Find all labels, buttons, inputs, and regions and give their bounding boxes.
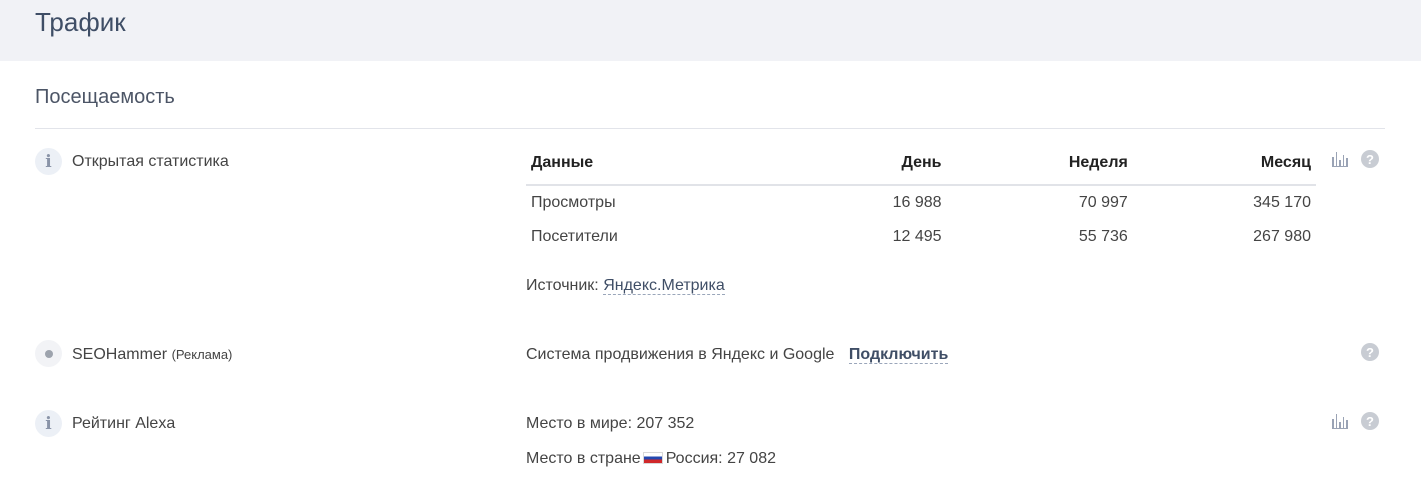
question-mark-icon[interactable]: ?	[1361, 412, 1379, 430]
column-header-month: Месяц	[1132, 141, 1316, 186]
seohammer-promo: Система продвижения в Яндекс и Google По…	[526, 346, 949, 364]
cell-month: 267 980	[1253, 228, 1311, 245]
alexa-country-rank: Место в стране Россия: 27 082	[526, 450, 776, 468]
alexa-label: Рейтинг Alexa	[72, 415, 176, 432]
table-row: Просмотры 16 988 70 997 345 170	[526, 185, 1316, 220]
source-label: Источник:	[526, 277, 599, 294]
info-icon[interactable]: i	[35, 148, 62, 175]
cell-week: 70 997	[1078, 194, 1128, 211]
question-mark-icon[interactable]: ?	[1361, 343, 1379, 361]
row-label: Просмотры	[531, 194, 616, 211]
row-label: Посетители	[531, 228, 618, 245]
table-header-row: Данные День Неделя Месяц	[526, 141, 1316, 186]
column-header-day: День	[787, 141, 947, 186]
country-rank-prefix: Место в стране	[526, 450, 641, 467]
country-rank-value: Россия: 27 082	[665, 450, 776, 467]
dot-icon	[35, 340, 62, 367]
seohammer-description: Система продвижения в Яндекс и Google	[526, 346, 835, 363]
stats-source: Источник: Яндекс.Метрика	[526, 277, 725, 295]
table-row: Посетители 12 495 55 736 267 980	[526, 220, 1316, 254]
info-icon[interactable]: i	[35, 410, 62, 437]
question-mark-icon[interactable]: ?	[1361, 150, 1379, 168]
russia-flag-icon	[642, 452, 663, 464]
cell-day: 12 495	[892, 228, 942, 245]
bar-chart-icon[interactable]	[1332, 151, 1348, 167]
yandex-metrika-link[interactable]: Яндекс.Метрика	[603, 277, 725, 295]
page-title: Трафик	[35, 7, 126, 37]
bar-chart-icon[interactable]	[1332, 413, 1348, 429]
seohammer-name: SEOHammer	[72, 346, 168, 363]
cell-week: 55 736	[1078, 228, 1128, 245]
cell-day: 16 988	[892, 194, 942, 211]
alexa-world-rank: Место в мире: 207 352	[526, 415, 695, 432]
section-title: Посещаемость	[35, 86, 175, 108]
seohammer-label: SEOHammer (Реклама)	[72, 346, 232, 364]
traffic-stats-table: Данные День Неделя Месяц Просмотры 16 98…	[526, 141, 1316, 254]
open-stats-label: Открытая статистика	[72, 153, 229, 170]
column-header-week: Неделя	[946, 141, 1133, 186]
cell-month: 345 170	[1253, 194, 1311, 211]
page-header: Трафик	[0, 0, 1421, 61]
ad-note: (Реклама)	[171, 347, 233, 362]
connect-link[interactable]: Подключить	[848, 346, 949, 364]
section-divider	[35, 128, 1385, 129]
column-header-data: Данные	[526, 141, 788, 186]
